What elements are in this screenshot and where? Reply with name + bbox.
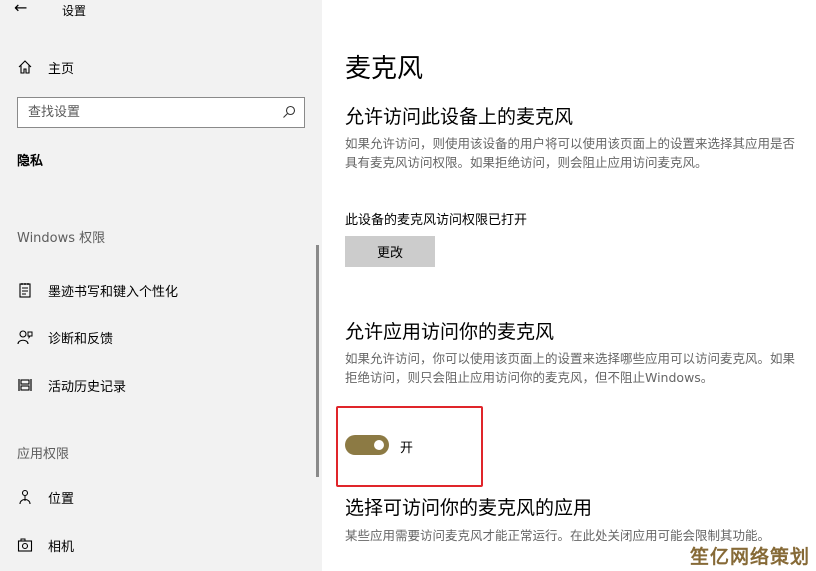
toggle-state-label: 开 (400, 441, 414, 456)
sidebar-item-inking-typing[interactable]: 墨迹书写和键入个性化 (17, 279, 178, 301)
search-box[interactable] (17, 97, 305, 128)
timeline-icon (18, 379, 32, 391)
microphone-access-toggle[interactable] (345, 435, 389, 455)
location-person-icon (19, 489, 31, 505)
notepad-icon (19, 283, 31, 298)
sidebar-item-label: 诊断和反馈 (48, 331, 114, 347)
sidebar-item-label: 墨迹书写和键入个性化 (48, 284, 179, 300)
sidebar-item-label: 位置 (48, 491, 75, 507)
sidebar-item-label: 活动历史记录 (48, 379, 127, 395)
choose-apps-heading: 选择可访问你的麦克风的应用 (345, 497, 593, 519)
sidebar-item-diagnostics[interactable]: 诊断和反馈 (17, 326, 113, 348)
sidebar: ← 设置 主页 隐私 Windows 权限 墨迹书写和键入个性化 诊断和反馈 活… (0, 0, 322, 571)
sidebar-item-location[interactable]: 位置 (17, 486, 74, 508)
device-access-description: 如果允许访问，则使用该设备的用户将可以使用该页面上的设置来选择其应用是否具有麦克… (345, 136, 796, 170)
app-access-description: 如果允许访问，你可以使用该页面上的设置来选择哪些应用可以访问麦克风。如果拒绝访问… (345, 351, 796, 385)
device-access-status: 此设备的麦克风访问权限已打开 (345, 213, 528, 228)
person-feedback-icon (17, 330, 33, 345)
sidebar-scrollbar[interactable] (316, 245, 319, 477)
app-access-heading: 允许应用访问你的麦克风 (345, 321, 555, 343)
current-section-label: 隐私 (17, 154, 44, 169)
sidebar-item-camera[interactable]: 相机 (17, 534, 74, 556)
title-bar: ← 设置 (0, 0, 322, 22)
page-title: 麦克风 (345, 54, 424, 84)
toggle-knob (374, 440, 384, 450)
search-input[interactable] (18, 98, 258, 127)
camera-icon (17, 538, 33, 552)
home-nav-item[interactable]: 主页 (17, 56, 74, 78)
sidebar-item-label: 相机 (48, 539, 75, 555)
home-icon (18, 60, 32, 74)
device-access-heading: 允许访问此设备上的麦克风 (345, 106, 574, 128)
search-icon[interactable] (282, 105, 296, 119)
watermark-logo: 笙亿网络策划 (689, 546, 810, 568)
change-button[interactable]: 更改 (345, 236, 435, 267)
app-title: 设置 (62, 4, 87, 18)
group-header-app-permissions: 应用权限 (17, 447, 70, 462)
sidebar-item-activity-history[interactable]: 活动历史记录 (17, 374, 126, 396)
group-header-windows-permissions: Windows 权限 (17, 231, 106, 246)
back-arrow-icon[interactable]: ← (14, 0, 27, 17)
home-label: 主页 (48, 61, 75, 77)
